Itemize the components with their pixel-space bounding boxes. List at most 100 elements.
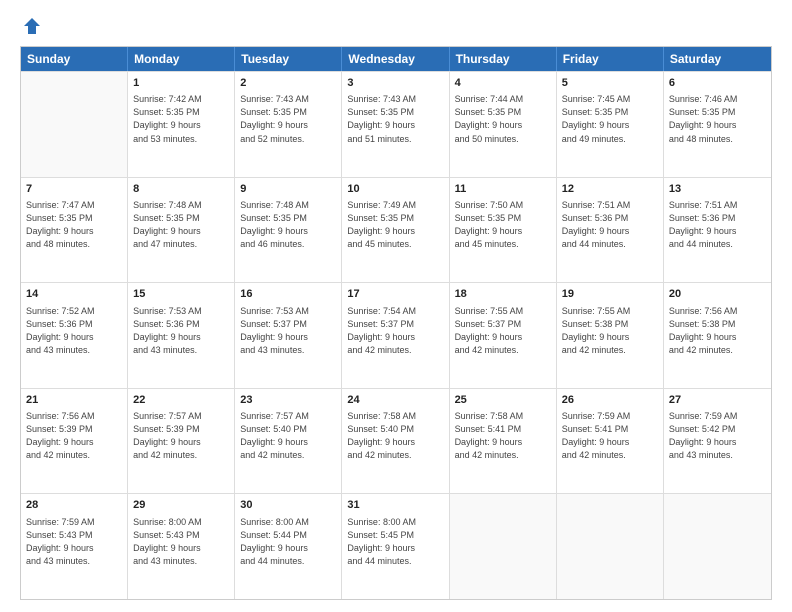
day-info: Sunrise: 7:43 AMSunset: 5:35 PMDaylight:… — [240, 93, 336, 145]
day-number: 19 — [562, 287, 658, 302]
day-info: Sunrise: 7:57 AMSunset: 5:40 PMDaylight:… — [240, 410, 336, 462]
day-info: Sunrise: 7:44 AMSunset: 5:35 PMDaylight:… — [455, 93, 551, 145]
day-info: Sunrise: 7:53 AMSunset: 5:36 PMDaylight:… — [133, 305, 229, 357]
day-number: 5 — [562, 76, 658, 91]
cal-week-3: 14 Sunrise: 7:52 AMSunset: 5:36 PMDayligh… — [21, 282, 771, 388]
cal-cell — [557, 494, 664, 599]
cal-cell: 14 Sunrise: 7:52 AMSunset: 5:36 PMDayligh… — [21, 283, 128, 388]
day-info: Sunrise: 7:51 AMSunset: 5:36 PMDaylight:… — [562, 199, 658, 251]
day-number: 29 — [133, 498, 229, 513]
day-info: Sunrise: 7:48 AMSunset: 5:35 PMDaylight:… — [240, 199, 336, 251]
calendar: SundayMondayTuesdayWednesdayThursdayFrid… — [20, 46, 772, 600]
day-info: Sunrise: 7:56 AMSunset: 5:38 PMDaylight:… — [669, 305, 766, 357]
cal-cell: 24Sunrise: 7:58 AMSunset: 5:40 PMDayligh… — [342, 389, 449, 494]
day-info: Sunrise: 8:00 AMSunset: 5:44 PMDaylight:… — [240, 516, 336, 568]
cal-cell: 4 Sunrise: 7:44 AMSunset: 5:35 PMDaylight… — [450, 72, 557, 177]
day-info: Sunrise: 8:00 AMSunset: 5:45 PMDaylight:… — [347, 516, 443, 568]
cal-cell — [450, 494, 557, 599]
day-info: Sunrise: 7:52 AMSunset: 5:36 PMDaylight:… — [26, 305, 122, 357]
day-info: Sunrise: 7:51 AMSunset: 5:36 PMDaylight:… — [669, 199, 766, 251]
cal-cell: 26 Sunrise: 7:59 AMSunset: 5:41 PMDayligh… — [557, 389, 664, 494]
day-info: Sunrise: 7:54 AMSunset: 5:37 PMDaylight:… — [347, 305, 443, 357]
day-info: Sunrise: 7:49 AMSunset: 5:35 PMDaylight:… — [347, 199, 443, 251]
day-number: 27 — [669, 393, 766, 408]
cal-cell: 15 Sunrise: 7:53 AMSunset: 5:36 PMDayligh… — [128, 283, 235, 388]
day-number: 23 — [240, 393, 336, 408]
day-info: Sunrise: 7:42 AMSunset: 5:35 PMDaylight:… — [133, 93, 229, 145]
day-info: Sunrise: 7:59 AMSunset: 5:42 PMDaylight:… — [669, 410, 766, 462]
day-number: 20 — [669, 287, 766, 302]
cal-header-tuesday: Tuesday — [235, 47, 342, 71]
cal-cell: 16Sunrise: 7:53 AMSunset: 5:37 PMDayligh… — [235, 283, 342, 388]
cal-header-sunday: Sunday — [21, 47, 128, 71]
calendar-header-row: SundayMondayTuesdayWednesdayThursdayFrid… — [21, 47, 771, 71]
day-number: 13 — [669, 182, 766, 197]
day-info: Sunrise: 7:58 AMSunset: 5:40 PMDaylight:… — [347, 410, 443, 462]
day-number: 15 — [133, 287, 229, 302]
day-number: 22 — [133, 393, 229, 408]
day-info: Sunrise: 7:59 AMSunset: 5:41 PMDaylight:… — [562, 410, 658, 462]
day-info: Sunrise: 7:55 AMSunset: 5:38 PMDaylight:… — [562, 305, 658, 357]
logo — [20, 16, 42, 36]
cal-header-monday: Monday — [128, 47, 235, 71]
day-number: 30 — [240, 498, 336, 513]
day-info: Sunrise: 7:47 AMSunset: 5:35 PMDaylight:… — [26, 199, 122, 251]
cal-cell: 19 Sunrise: 7:55 AMSunset: 5:38 PMDayligh… — [557, 283, 664, 388]
cal-cell: 22 Sunrise: 7:57 AMSunset: 5:39 PMDayligh… — [128, 389, 235, 494]
cal-header-wednesday: Wednesday — [342, 47, 449, 71]
cal-header-friday: Friday — [557, 47, 664, 71]
cal-cell: 30 Sunrise: 8:00 AMSunset: 5:44 PMDayligh… — [235, 494, 342, 599]
day-info: Sunrise: 7:55 AMSunset: 5:37 PMDaylight:… — [455, 305, 551, 357]
day-info: Sunrise: 7:43 AMSunset: 5:35 PMDaylight:… — [347, 93, 443, 145]
cal-cell: 28 Sunrise: 7:59 AMSunset: 5:43 PMDayligh… — [21, 494, 128, 599]
day-number: 3 — [347, 76, 443, 91]
cal-cell: 18Sunrise: 7:55 AMSunset: 5:37 PMDayligh… — [450, 283, 557, 388]
day-number: 14 — [26, 287, 122, 302]
day-info: Sunrise: 8:00 AMSunset: 5:43 PMDaylight:… — [133, 516, 229, 568]
day-number: 6 — [669, 76, 766, 91]
day-number: 28 — [26, 498, 122, 513]
cal-cell: 21Sunrise: 7:56 AMSunset: 5:39 PMDayligh… — [21, 389, 128, 494]
day-info: Sunrise: 7:53 AMSunset: 5:37 PMDaylight:… — [240, 305, 336, 357]
cal-cell: 25 Sunrise: 7:58 AMSunset: 5:41 PMDayligh… — [450, 389, 557, 494]
day-number: 21 — [26, 393, 122, 408]
day-info: Sunrise: 7:46 AMSunset: 5:35 PMDaylight:… — [669, 93, 766, 145]
day-info: Sunrise: 7:57 AMSunset: 5:39 PMDaylight:… — [133, 410, 229, 462]
cal-header-saturday: Saturday — [664, 47, 771, 71]
cal-week-5: 28 Sunrise: 7:59 AMSunset: 5:43 PMDayligh… — [21, 493, 771, 599]
day-number: 11 — [455, 182, 551, 197]
day-number: 25 — [455, 393, 551, 408]
cal-cell: 13 Sunrise: 7:51 AMSunset: 5:36 PMDayligh… — [664, 178, 771, 283]
header — [20, 16, 772, 36]
cal-cell: 8Sunrise: 7:48 AMSunset: 5:35 PMDaylight… — [128, 178, 235, 283]
cal-cell: 29 Sunrise: 8:00 AMSunset: 5:43 PMDayligh… — [128, 494, 235, 599]
calendar-body: 1 Sunrise: 7:42 AMSunset: 5:35 PMDaylight… — [21, 71, 771, 599]
cal-week-2: 7Sunrise: 7:47 AMSunset: 5:35 PMDaylight… — [21, 177, 771, 283]
cal-cell — [664, 494, 771, 599]
cal-week-1: 1 Sunrise: 7:42 AMSunset: 5:35 PMDaylight… — [21, 71, 771, 177]
day-number: 26 — [562, 393, 658, 408]
cal-cell: 27 Sunrise: 7:59 AMSunset: 5:42 PMDayligh… — [664, 389, 771, 494]
day-info: Sunrise: 7:45 AMSunset: 5:35 PMDaylight:… — [562, 93, 658, 145]
day-number: 10 — [347, 182, 443, 197]
day-info: Sunrise: 7:58 AMSunset: 5:41 PMDaylight:… — [455, 410, 551, 462]
day-info: Sunrise: 7:59 AMSunset: 5:43 PMDaylight:… — [26, 516, 122, 568]
logo-icon — [22, 16, 42, 36]
cal-cell: 12Sunrise: 7:51 AMSunset: 5:36 PMDayligh… — [557, 178, 664, 283]
cal-cell: 1 Sunrise: 7:42 AMSunset: 5:35 PMDaylight… — [128, 72, 235, 177]
cal-cell: 17 Sunrise: 7:54 AMSunset: 5:37 PMDayligh… — [342, 283, 449, 388]
day-number: 1 — [133, 76, 229, 91]
cal-cell: 23 Sunrise: 7:57 AMSunset: 5:40 PMDayligh… — [235, 389, 342, 494]
day-number: 9 — [240, 182, 336, 197]
cal-cell — [21, 72, 128, 177]
cal-cell: 11Sunrise: 7:50 AMSunset: 5:35 PMDayligh… — [450, 178, 557, 283]
day-number: 17 — [347, 287, 443, 302]
day-number: 31 — [347, 498, 443, 513]
cal-cell: 7Sunrise: 7:47 AMSunset: 5:35 PMDaylight… — [21, 178, 128, 283]
cal-cell: 5 Sunrise: 7:45 AMSunset: 5:35 PMDaylight… — [557, 72, 664, 177]
day-info: Sunrise: 7:48 AMSunset: 5:35 PMDaylight:… — [133, 199, 229, 251]
day-number: 4 — [455, 76, 551, 91]
cal-week-4: 21Sunrise: 7:56 AMSunset: 5:39 PMDayligh… — [21, 388, 771, 494]
cal-cell: 31 Sunrise: 8:00 AMSunset: 5:45 PMDayligh… — [342, 494, 449, 599]
cal-cell: 9 Sunrise: 7:48 AMSunset: 5:35 PMDaylight… — [235, 178, 342, 283]
